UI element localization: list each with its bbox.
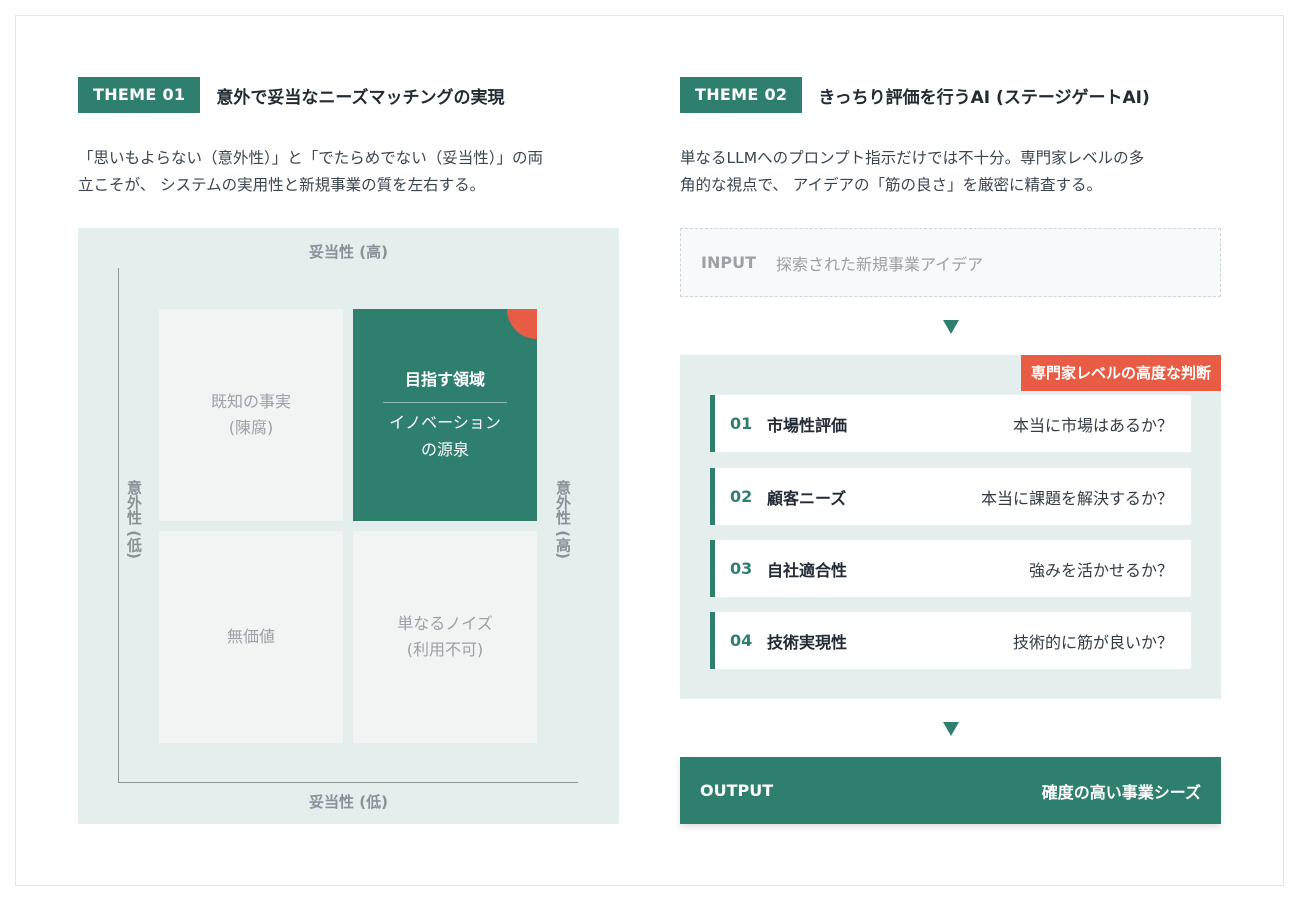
axis-label-right: 意外性 (高) [554,480,572,559]
theme1-lead-line: 「思いもよらない（意外性）」と「でたらめでない（妥当性）」の両 [78,149,544,167]
theme2-lead: 単なるLLMへのプロンプト指示だけでは不十分。専門家レベルの多 角的な視点で、 … [680,145,1225,199]
quadrant-sublabel: (陳腐) [228,418,274,437]
theme2-lead-line: 角的な視点で、 アイデアの「筋の良さ」を厳密に精査する。 [680,176,1103,194]
check-question: 強みを活かせるか？ [1028,560,1173,580]
quadrant-label: 単なるノイズ [397,614,493,633]
theme1-lead-line: 立こそが、 システムの実用性と新規事業の質を左右する。 [78,176,486,194]
quadrant-known-facts: 既知の事実 (陳腐) [159,309,343,521]
theme1-header: THEME 01 意外で妥当なニーズマッチングの実現 [78,77,504,113]
novelty-validity-matrix: 妥当性 (高) 妥当性 (低) 意外性 (低) 意外性 (高) 既知の事実 (陳… [78,228,619,824]
theme2-header: THEME 02 きっちり評価を行うAI (ステージゲートAI) [680,77,1150,113]
quadrant-label: 無価値 [226,627,275,646]
check-row: 01 市場性評価 本当に市場はあるか？ [710,395,1191,452]
axis-label-top: 妥当性 (高) [309,243,388,261]
theme1-title: 意外で妥当なニーズマッチングの実現 [216,87,505,108]
check-question: 技術的に筋が良いか？ [1012,632,1173,652]
quadrant-target-title: 目指す領域 [404,370,485,389]
theme1-lead: 「思いもよらない（意外性）」と「でたらめでない（妥当性）」の両 立こそが、 シス… [78,145,623,199]
quadrant-label: 既知の事実 [210,392,291,411]
theme2-title: きっちり評価を行うAI (ステージゲートAI) [818,87,1150,108]
check-row: 03 自社適合性 強みを活かせるか？ [710,540,1191,597]
arrow-down-icon [943,722,959,736]
quadrant-noise: 単なるノイズ (利用不可) [353,531,537,743]
quadrant-target-label: の源泉 [420,440,469,459]
highlight-corner-dot [507,309,537,339]
theme1-tag: THEME 01 [78,77,201,113]
stage-gate-panel: 専門家レベルの高度な判断 01 市場性評価 本当に市場はあるか？ 02 顧客ニー… [680,355,1221,699]
check-number: 02 [730,487,753,506]
theme2-lead-line: 単なるLLMへのプロンプト指示だけでは不十分。専門家レベルの多 [680,149,1145,167]
input-text: 探索された新規事業アイデア [775,254,984,274]
arrow-down-icon [943,320,959,334]
check-question: 本当に課題を解決するか？ [980,488,1173,508]
quadrant-sublabel: (利用不可) [406,640,484,659]
check-name: 自社適合性 [767,560,848,580]
expert-badge: 専門家レベルの高度な判断 [1020,355,1221,391]
quadrant-target-area: 目指す領域 イノベーション の源泉 [353,309,537,521]
output-label: OUTPUT [700,781,774,800]
output-text: 確度の高い事業シーズ [1041,782,1201,802]
check-name: 技術実現性 [767,632,848,652]
check-name: 市場性評価 [767,415,848,435]
check-name: 顧客ニーズ [767,488,847,508]
check-row: 04 技術実現性 技術的に筋が良いか？ [710,612,1191,669]
check-question: 本当に市場はあるか？ [1012,415,1173,435]
axis-label-bottom: 妥当性 (低) [309,793,388,811]
quadrant-divider [383,402,507,403]
check-number: 01 [730,414,753,433]
output-box: OUTPUT 確度の高い事業シーズ [680,757,1221,824]
input-box: INPUT 探索された新規事業アイデア [680,228,1221,297]
axis-label-left: 意外性 (低) [125,480,143,559]
input-label: INPUT [701,253,756,272]
quadrant-target-label: イノベーション [389,413,501,432]
check-row: 02 顧客ニーズ 本当に課題を解決するか？ [710,468,1191,525]
check-number: 04 [730,631,753,650]
y-axis-line [118,268,119,783]
theme2-tag: THEME 02 [680,77,803,113]
check-number: 03 [730,559,753,578]
quadrant-worthless: 無価値 [159,531,343,743]
x-axis-line [118,782,578,783]
